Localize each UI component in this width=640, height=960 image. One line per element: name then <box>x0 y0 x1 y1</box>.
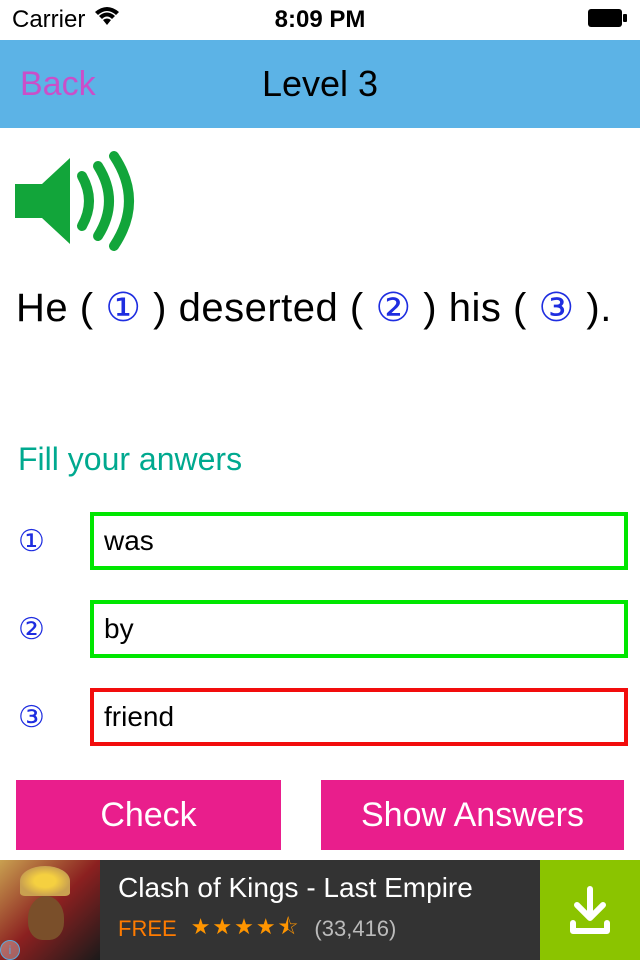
status-left: Carrier <box>12 6 121 34</box>
page-title: Level 3 <box>262 63 378 105</box>
button-row: Check Show Answers <box>0 776 640 850</box>
question-text: He ( ① ) deserted ( ② ) his ( ③ ). <box>0 261 640 337</box>
answer-row: ① <box>18 512 628 570</box>
answer-input-3[interactable] <box>90 688 628 746</box>
ad-title: Clash of Kings - Last Empire <box>118 872 540 904</box>
blank-marker-3: ③ <box>538 286 574 330</box>
answers-section: Fill your anwers ① ② ③ <box>0 337 640 746</box>
q-part: ). <box>575 286 612 330</box>
answer-row: ② <box>18 600 628 658</box>
answer-num-3: ③ <box>18 700 60 735</box>
ad-sub: FREE ★★★★⯪ (33,416) <box>118 910 540 948</box>
ad-stars: ★★★★⯪ <box>191 910 301 948</box>
blank-marker-1: ① <box>105 286 141 330</box>
ad-rating-count: (33,416) <box>314 916 396 942</box>
wifi-icon <box>93 6 121 34</box>
answer-num-1: ① <box>18 524 60 559</box>
answer-input-1[interactable] <box>90 512 628 570</box>
ad-free-label: FREE <box>118 916 177 942</box>
q-part: ) deserted ( <box>142 286 376 330</box>
back-button[interactable]: Back <box>0 65 96 104</box>
nav-bar: Back Level 3 <box>0 40 640 128</box>
ad-info-icon[interactable]: i <box>0 940 20 960</box>
ad-download-button[interactable] <box>540 860 640 960</box>
answer-row: ③ <box>18 688 628 746</box>
answer-num-2: ② <box>18 612 60 647</box>
download-icon <box>565 885 615 935</box>
q-part: ) his ( <box>412 286 539 330</box>
status-right <box>588 6 628 34</box>
ad-info: Clash of Kings - Last Empire FREE ★★★★⯪ … <box>100 872 540 948</box>
speaker-icon[interactable] <box>10 243 140 260</box>
status-bar: Carrier 8:09 PM <box>0 0 640 40</box>
battery-icon <box>588 6 628 34</box>
carrier-label: Carrier <box>12 6 85 34</box>
answers-title: Fill your anwers <box>18 441 628 478</box>
audio-area <box>0 128 640 261</box>
status-time: 8:09 PM <box>275 6 366 34</box>
show-answers-button[interactable]: Show Answers <box>321 780 624 850</box>
q-part: He ( <box>16 286 105 330</box>
answer-input-2[interactable] <box>90 600 628 658</box>
check-button[interactable]: Check <box>16 780 281 850</box>
blank-marker-2: ② <box>375 286 411 330</box>
ad-banner[interactable]: Clash of Kings - Last Empire FREE ★★★★⯪ … <box>0 860 640 960</box>
